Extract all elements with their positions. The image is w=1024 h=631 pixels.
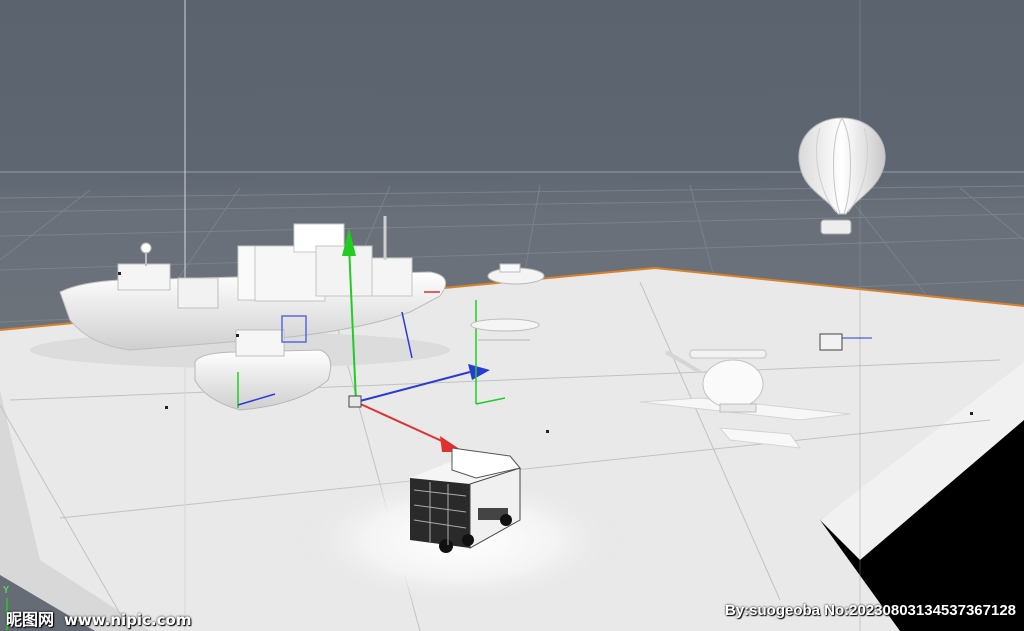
- gizmo-center[interactable]: [348, 395, 362, 408]
- hot-air-balloon-model[interactable]: [798, 117, 886, 235]
- viewport-canvas[interactable]: [0, 0, 1024, 631]
- race-car-model[interactable]: [487, 263, 545, 285]
- 3d-viewport[interactable]: Y 昵图网 www.nipic.com By:suogeoba No:202308…: [0, 0, 1024, 631]
